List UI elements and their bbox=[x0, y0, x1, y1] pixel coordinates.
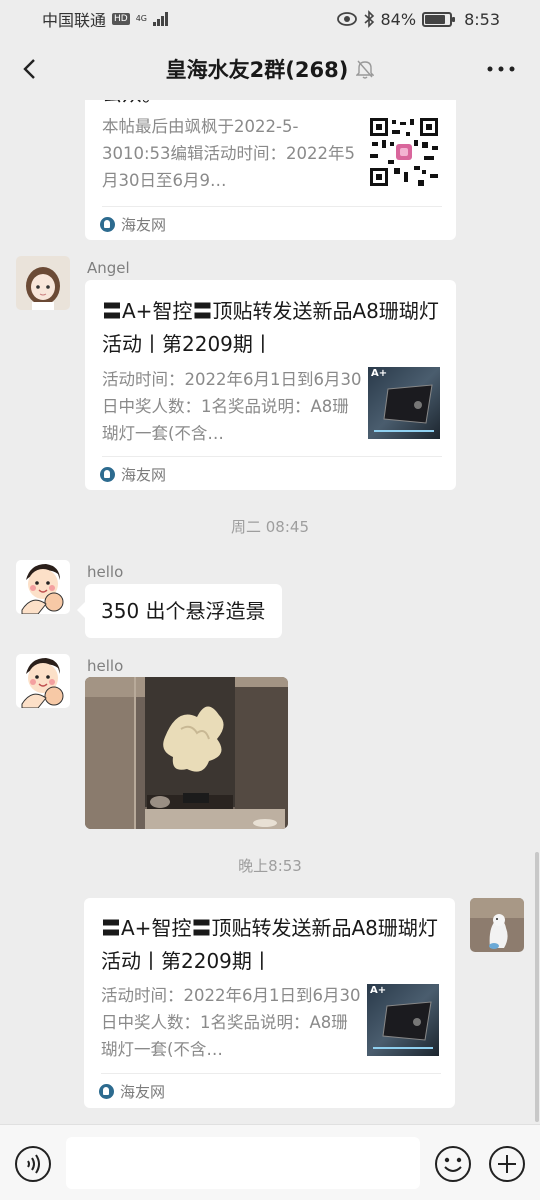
avatar[interactable] bbox=[16, 256, 70, 310]
card-title: 〓A+智控〓顶贴转发送新品A8珊瑚灯活动丨第2209期丨 bbox=[102, 299, 439, 356]
battery-percent: 84% bbox=[380, 9, 417, 29]
product-thumbnail: A+ bbox=[368, 367, 440, 439]
battery-icon bbox=[422, 11, 456, 27]
thumbnail-brand: A+ bbox=[370, 985, 387, 996]
aquarium-photo bbox=[85, 677, 288, 829]
link-card[interactable]: 〓A+智控〓顶贴转发送新品A8珊瑚灯活动丨第2209期丨 活动时间：2022年6… bbox=[84, 898, 455, 1108]
message-input[interactable] bbox=[66, 1137, 420, 1189]
avatar[interactable] bbox=[16, 654, 70, 708]
avatar[interactable] bbox=[16, 560, 70, 614]
clock: 8:53 bbox=[464, 9, 500, 29]
input-bar bbox=[0, 1124, 540, 1200]
source-icon bbox=[100, 467, 115, 482]
card-description: 本帖最后由飒枫于2022-5-3010:53编辑活动时间：2022年5月30日至… bbox=[102, 117, 356, 190]
bluetooth-icon bbox=[363, 10, 374, 28]
plus-icon[interactable] bbox=[488, 1145, 526, 1183]
sender-name: Angel bbox=[87, 259, 130, 277]
card-source: 海友网 bbox=[100, 214, 166, 235]
card-divider bbox=[101, 1073, 441, 1074]
scrollbar[interactable] bbox=[535, 852, 539, 1122]
more-dots-icon[interactable] bbox=[486, 58, 516, 80]
source-label: 海友网 bbox=[121, 466, 167, 484]
group-name: 皇海水友2群(268) bbox=[165, 58, 349, 82]
card-description: 活动时间：2022年6月1日到6月30日中奖人数：1名奖品说明：A8珊瑚灯一套(… bbox=[102, 370, 362, 443]
source-icon bbox=[99, 1084, 114, 1099]
network-type: 4G bbox=[135, 14, 148, 23]
card-divider bbox=[102, 456, 442, 457]
card-description: 活动时间：2022年6月1日到6月30日中奖人数：1名奖品说明：A8珊瑚灯一套(… bbox=[101, 986, 361, 1059]
voice-icon[interactable] bbox=[14, 1145, 52, 1183]
text-message[interactable]: 350 出个悬浮造景 bbox=[77, 584, 282, 638]
product-thumbnail: A+ bbox=[367, 984, 439, 1056]
card-source: 海友网 bbox=[99, 1081, 165, 1102]
chat-title[interactable]: 皇海水友2群(268) bbox=[166, 54, 375, 84]
card-divider bbox=[102, 206, 442, 207]
source-icon bbox=[100, 217, 115, 232]
timestamp: 晚上8:53 bbox=[238, 857, 302, 875]
hd-badge: HD bbox=[112, 13, 130, 25]
status-bar: 中国联通 HD 4G 84% 8:53 bbox=[0, 0, 540, 38]
link-card[interactable]: 公众。 本帖最后由飒枫于2022-5-3010:53编辑活动时间：2022年5月… bbox=[85, 100, 456, 240]
chevron-left-icon[interactable] bbox=[16, 54, 46, 84]
bell-off-icon bbox=[356, 60, 375, 79]
qr-code-icon bbox=[368, 116, 440, 188]
avatar[interactable] bbox=[470, 898, 524, 952]
carrier-label: 中国联通 bbox=[42, 11, 107, 30]
chat-header: 皇海水友2群(268) bbox=[0, 38, 540, 100]
emoji-icon[interactable] bbox=[434, 1145, 472, 1183]
card-title: 〓A+智控〓顶贴转发送新品A8珊瑚灯活动丨第2209期丨 bbox=[101, 916, 438, 973]
card-source: 海友网 bbox=[100, 464, 166, 485]
card-title: 公众。 bbox=[102, 100, 442, 111]
timestamp: 周二 08:45 bbox=[231, 518, 309, 536]
sender-name: hello bbox=[87, 563, 124, 581]
eye-icon bbox=[336, 12, 357, 26]
thumbnail-brand: A+ bbox=[371, 368, 388, 379]
source-label: 海友网 bbox=[120, 1083, 166, 1101]
link-card[interactable]: 〓A+智控〓顶贴转发送新品A8珊瑚灯活动丨第2209期丨 活动时间：2022年6… bbox=[85, 280, 456, 490]
image-message[interactable] bbox=[85, 677, 288, 829]
source-label: 海友网 bbox=[121, 216, 167, 234]
sender-name: hello bbox=[87, 657, 124, 675]
message-list[interactable]: 公众。 本帖最后由飒枫于2022-5-3010:53编辑活动时间：2022年5月… bbox=[0, 100, 540, 1124]
battery-fill bbox=[425, 14, 446, 24]
signal-icon bbox=[153, 12, 169, 26]
